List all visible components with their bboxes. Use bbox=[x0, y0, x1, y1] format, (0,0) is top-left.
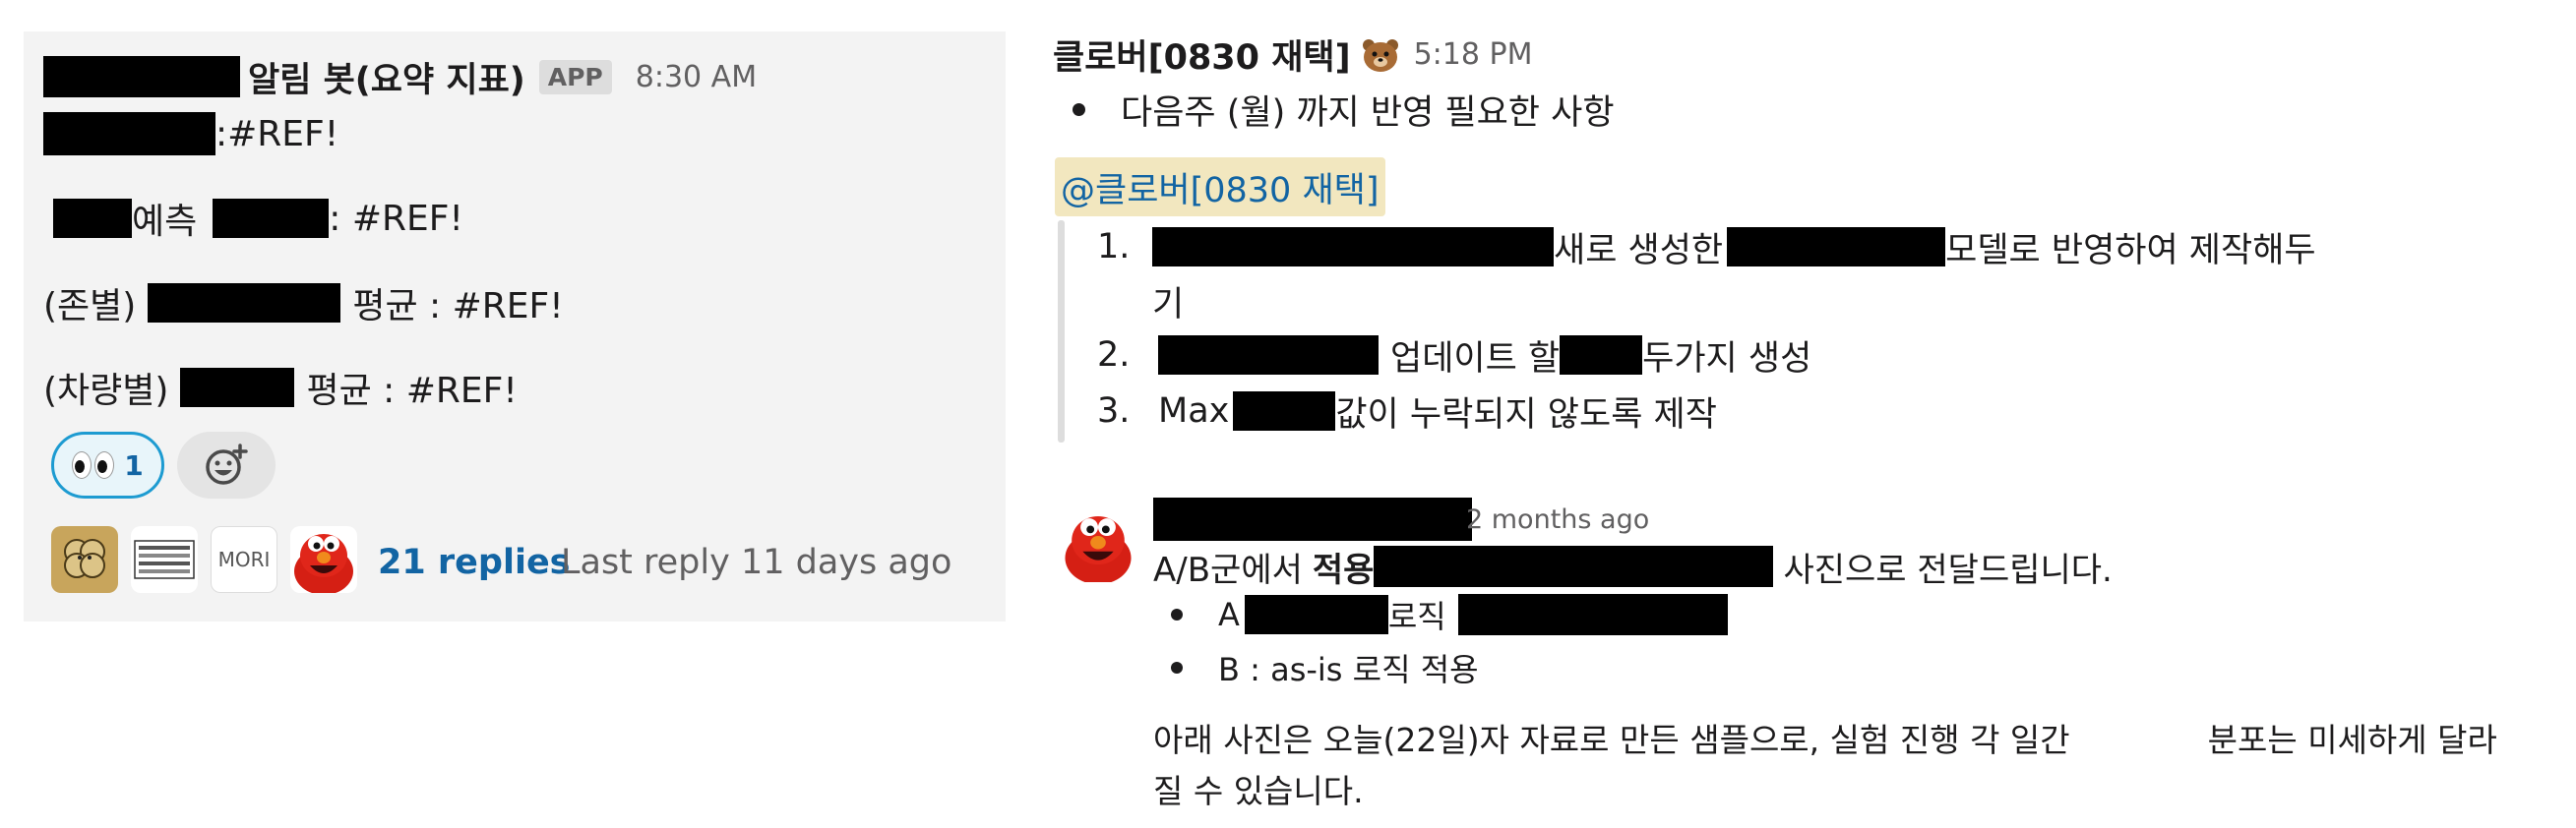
quote-bar bbox=[1058, 220, 1065, 443]
pattern-avatar-icon bbox=[134, 540, 195, 579]
redacted-text bbox=[1560, 335, 1643, 375]
message-text: 평균 : #REF! bbox=[352, 286, 564, 326]
user-mention[interactable]: @클로버[0830 재택] bbox=[1055, 157, 1385, 216]
elmo-avatar-icon bbox=[290, 526, 357, 593]
list-number: 3. bbox=[1097, 391, 1131, 431]
list-text: Max bbox=[1158, 391, 1230, 431]
last-reply-text: Last reply 11 days ago bbox=[561, 543, 952, 582]
message-header: 알림 봇(요약 지표) APP 8:30 AM bbox=[43, 45, 757, 108]
reply-paragraph-line-2: 질 수 있습니다. bbox=[1153, 763, 1364, 814]
redacted-text bbox=[1374, 546, 1774, 587]
list-text: 값이 누락되지 않도록 제작 bbox=[1335, 394, 1717, 435]
message-line-4: (차량별) 평균 : #REF! bbox=[43, 360, 518, 415]
bullet-item: 다음주 (월) 까지 반영 필요한 사항 bbox=[1073, 85, 1615, 135]
replies-link[interactable]: 21 replies bbox=[378, 543, 571, 582]
bear-icon bbox=[1362, 38, 1398, 72]
message-text: 평균 : #REF! bbox=[306, 371, 518, 411]
list-text: 모델로 반영하여 제작해두 bbox=[1945, 230, 2316, 270]
bullet-text: 다음주 (월) 까지 반영 필요한 사항 bbox=[1121, 93, 1615, 133]
eyes-reaction-button[interactable]: 1 bbox=[51, 432, 164, 499]
redacted-text bbox=[53, 199, 132, 238]
bullet-dot bbox=[1073, 103, 1085, 116]
redacted-text bbox=[1244, 595, 1388, 634]
avatar[interactable]: MORI bbox=[211, 526, 277, 593]
reply-bullet-b: B : as-is 로직 적용 bbox=[1171, 643, 1479, 692]
clover-avatar-icon bbox=[64, 539, 105, 578]
sender-name[interactable]: 클로버[0830 재택] bbox=[1053, 30, 1351, 80]
reply-paragraph-line-1: 아래 사진은 오늘(22일)자 자료로 만든 샘플으로, 실험 진행 각 일간 … bbox=[1153, 712, 2497, 763]
reply-header: 2 months ago bbox=[1153, 498, 1649, 541]
reply-bold-text: 적용 bbox=[1312, 550, 1375, 590]
message-line-1: :#REF! bbox=[43, 106, 338, 161]
reply-avatars[interactable]: MORI bbox=[51, 526, 357, 593]
redacted-text bbox=[1457, 594, 1728, 635]
message-header: 클로버[0830 재택] 5:18 PM bbox=[1053, 30, 1532, 80]
reply-line-1: A/B군에서 적용 사진으로 전달드립니다. bbox=[1153, 541, 2113, 592]
avatar[interactable] bbox=[131, 526, 198, 593]
list-text: 업데이트 할 bbox=[1390, 338, 1561, 379]
redacted-text bbox=[180, 368, 295, 407]
ordered-item-1: 1. 새로 생성한 모델로 반영하여 제작해두 bbox=[1097, 221, 2316, 272]
list-text: 새로 생성한 bbox=[1554, 230, 1724, 270]
message-line-3: (존별) 평균 : #REF! bbox=[43, 275, 564, 330]
redacted-text bbox=[1233, 391, 1336, 431]
message-text: 예측 bbox=[132, 202, 198, 242]
message-text: (차량별) bbox=[43, 371, 169, 411]
ordered-item-3: 3. Max 값이 누락되지 않도록 제작 bbox=[1097, 385, 1717, 437]
redacted-text bbox=[213, 199, 330, 238]
redacted-sender-name bbox=[1153, 498, 1472, 541]
thread-message-card[interactable]: 알림 봇(요약 지표) APP 8:30 AM :#REF! 예측 : #REF… bbox=[24, 31, 1006, 621]
ordered-item-2: 2. 업데이트 할 두가지 생성 bbox=[1097, 329, 1811, 381]
reply-text: 질 수 있습니다. bbox=[1153, 772, 1364, 810]
redacted-text bbox=[1152, 227, 1554, 266]
list-number: 1. bbox=[1097, 227, 1131, 266]
bullet-text: 로직 bbox=[1387, 598, 1446, 635]
list-text: 기 bbox=[1152, 284, 1185, 325]
redacted-text bbox=[43, 112, 215, 155]
avatar[interactable] bbox=[290, 526, 357, 593]
list-text: 두가지 생성 bbox=[1642, 338, 1812, 379]
list-number: 2. bbox=[1097, 335, 1131, 375]
reply-text: A/B군에서 bbox=[1153, 550, 1303, 590]
redacted-text bbox=[148, 283, 341, 323]
message-timestamp[interactable]: 2 months ago bbox=[1466, 504, 1649, 535]
avatar-label: MORI bbox=[217, 548, 271, 571]
elmo-avatar-icon bbox=[1061, 507, 1135, 582]
eyes-icon bbox=[72, 451, 115, 479]
avatar[interactable] bbox=[1061, 507, 1135, 582]
bullet-dot bbox=[1171, 609, 1183, 621]
reply-text: 아래 사진은 오늘(22일)자 자료로 만든 샘플으로, 실험 진행 각 일간 bbox=[1153, 721, 2070, 759]
bullet-dot bbox=[1171, 662, 1183, 674]
bullet-text: B : as-is 로직 적용 bbox=[1218, 651, 1479, 688]
ordered-item-1-cont: 기 bbox=[1152, 275, 1184, 326]
message-line-2: 예측 : #REF! bbox=[43, 191, 463, 246]
message-timestamp[interactable]: 8:30 AM bbox=[636, 60, 757, 94]
reaction-count: 1 bbox=[124, 448, 144, 482]
message-text: (존별) bbox=[43, 286, 137, 326]
message-text: : #REF! bbox=[329, 198, 463, 239]
avatar[interactable] bbox=[51, 526, 118, 593]
reply-bullet-a: A : 로직 bbox=[1171, 590, 1728, 639]
app-badge: APP bbox=[538, 59, 612, 94]
message-text: :#REF! bbox=[215, 113, 339, 154]
add-emoji-icon bbox=[206, 444, 248, 485]
redacted-text bbox=[1727, 227, 1946, 266]
add-reaction-button[interactable] bbox=[177, 432, 276, 499]
reply-text: 사진으로 전달드립니다. bbox=[1783, 550, 2113, 590]
message-timestamp[interactable]: 5:18 PM bbox=[1414, 37, 1533, 72]
message-pane: 클로버[0830 재택] 5:18 PM 다음주 (월) 까지 반영 필요한 사… bbox=[1053, 0, 2576, 828]
redacted-text bbox=[1158, 335, 1379, 375]
reply-text: 분포는 미세하게 달라 bbox=[2207, 721, 2497, 759]
bot-name[interactable]: 알림 봇(요약 지표) bbox=[248, 52, 525, 102]
redacted-bot-prefix bbox=[43, 56, 240, 97]
